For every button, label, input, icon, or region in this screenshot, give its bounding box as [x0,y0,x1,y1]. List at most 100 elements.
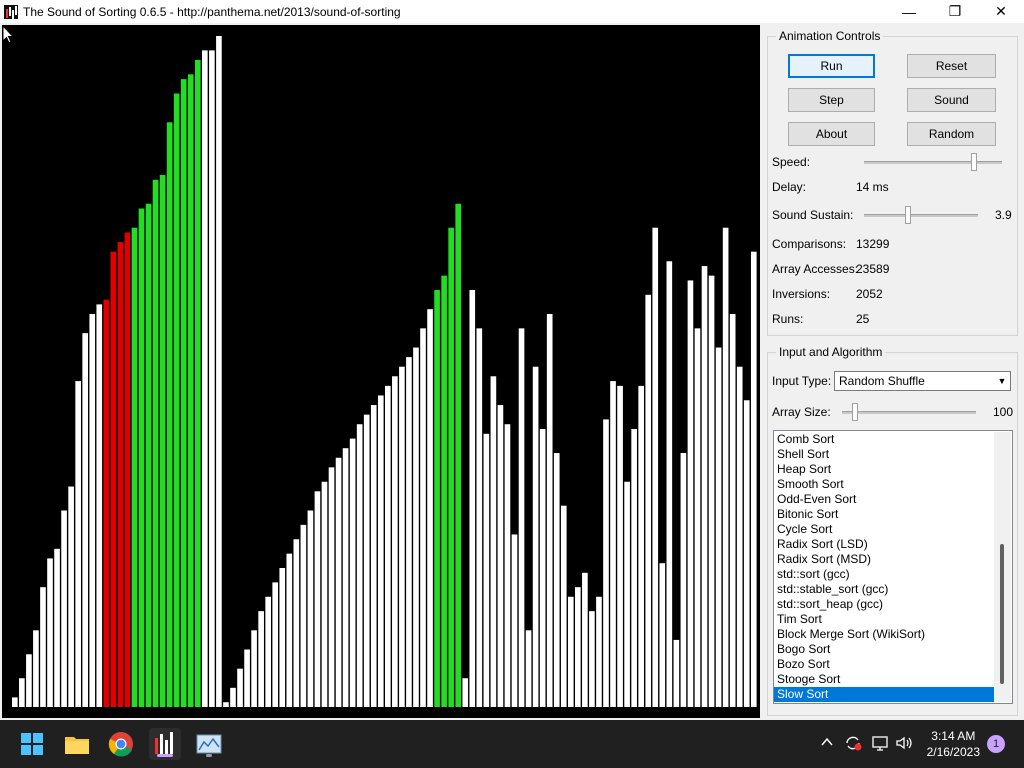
algorithm-list-item[interactable]: Slow Sort [774,687,994,702]
input-type-select[interactable]: Random Shuffle ▼ [834,371,1011,391]
array-size-value: 100 [993,405,1014,419]
algorithm-list-item[interactable]: Smooth Sort [774,477,1012,492]
array-bar [455,203,462,707]
comparisons-label: Comparisons: [772,237,847,251]
array-bar [525,630,532,707]
array-bar [166,122,173,707]
array-bar [244,649,250,707]
array-bar [420,328,426,707]
title-bar: The Sound of Sorting 0.6.5 - http://pant… [0,0,1024,23]
algorithm-list[interactable]: Comb Sort Shell Sort Heap Sort Smooth Sort O… [773,430,1013,704]
array-bar [750,251,757,707]
animation-controls-group: Animation Controls Run Reset Step Sound … [767,29,1018,336]
run-button[interactable]: Run [788,54,875,78]
array-bar [258,611,264,707]
window-controls: — ❐ ✕ [886,0,1024,23]
array-bar [230,687,236,707]
chevron-up-icon[interactable] [820,735,834,752]
algorithm-list-item[interactable]: Radix Sort (MSD) [774,552,1012,567]
start-icon[interactable] [16,728,48,760]
input-type-value: Random Shuffle [839,374,925,388]
maximize-button[interactable]: ❐ [932,0,978,23]
sound-button[interactable]: Sound [907,88,996,112]
algorithm-list-item[interactable]: Cycle Sort [774,522,1012,537]
array-bar [701,266,708,707]
reset-button[interactable]: Reset [907,54,996,78]
array-bar [349,438,356,707]
array-bar [314,491,321,707]
speed-slider-thumb[interactable] [971,153,978,171]
array-bar [582,572,588,707]
algorithm-list-item[interactable]: std::sort (gcc) [774,567,1012,582]
algorithm-list-item[interactable]: Comb Sort [774,432,1012,447]
array-bar [68,486,74,707]
array-bar [603,419,609,707]
algorithm-list-item[interactable]: Shell Sort [774,447,1012,462]
sound-sustain-slider-thumb[interactable] [905,206,912,224]
system-clock[interactable]: 3:14 AM 2/16/2023 [927,728,980,760]
array-bar [743,400,750,707]
algorithm-list-item[interactable]: Block Merge Sort (WikiSort) [774,627,1012,642]
array-bar [392,376,398,707]
array-bar [666,261,673,707]
network-monitor-icon[interactable] [193,728,225,760]
display-icon[interactable] [871,734,889,755]
array-bar [61,510,67,707]
array-bar [187,74,194,708]
algorithm-list-item[interactable]: Heap Sort [774,462,1012,477]
array-bar [617,385,623,707]
sound-sustain-label: Sound Sustain: [772,208,854,222]
array-bar [159,174,166,708]
array-bar [110,251,117,707]
array-bar [321,481,328,707]
array-bar [659,563,666,707]
array-bar [335,457,342,707]
control-panel: Animation Controls Run Reset Step Sound … [762,23,1024,720]
scrollbar-thumb[interactable] [1000,544,1004,684]
step-button[interactable]: Step [788,88,875,112]
sync-icon[interactable] [844,734,862,755]
array-bar [173,93,180,707]
algorithm-list-item[interactable]: Odd-Even Sort [774,492,1012,507]
speaker-icon[interactable] [895,734,913,755]
array-bar [117,242,124,707]
array-bar [546,313,553,707]
algorithm-list-item[interactable]: std::sort_heap (gcc) [774,597,1012,612]
algorithm-list-item[interactable]: std::stable_sort (gcc) [774,582,1012,597]
array-bar [476,328,483,707]
array-bar [202,50,208,707]
random-button[interactable]: Random [907,122,996,146]
array-bar [462,678,469,707]
array-bar [265,596,271,707]
chevron-down-icon[interactable]: ▼ [994,372,1010,390]
algorithm-list-item[interactable]: Bitonic Sort [774,507,1012,522]
file-explorer-icon[interactable] [61,728,93,760]
array-bar [286,553,293,707]
array-bar [715,347,722,707]
algorithm-list-item[interactable]: Bogo Sort [774,642,1012,657]
bar-chart [12,36,757,708]
inversions-label: Inversions: [772,287,831,301]
minimize-button[interactable]: — [886,0,932,23]
array-size-slider-thumb[interactable] [852,403,859,421]
array-bar [12,697,18,707]
array-bar [96,304,103,707]
close-button[interactable]: ✕ [978,0,1024,23]
comparisons-value: 13299 [856,237,890,251]
sound-of-sorting-icon[interactable] [149,728,181,760]
algorithm-list-item[interactable]: Stooge Sort [774,672,1012,687]
array-bar [483,433,490,707]
algorithm-list-item[interactable]: Tim Sort [774,612,1012,627]
array-bar [54,548,60,707]
algorithm-list-item[interactable]: Radix Sort (LSD) [774,537,1012,552]
array-bar [293,539,300,707]
about-button[interactable]: About [788,122,875,146]
runs-value: 25 [856,312,870,326]
chrome-icon[interactable] [105,728,137,760]
algorithm-list-item[interactable]: Bozo Sort [774,657,1012,672]
notification-badge[interactable]: 1 [987,735,1005,753]
array-bar [645,294,652,707]
algorithm-list-scrollbar[interactable] [994,432,1011,702]
mouse-cursor-icon [2,25,14,44]
array-bar [427,309,433,707]
